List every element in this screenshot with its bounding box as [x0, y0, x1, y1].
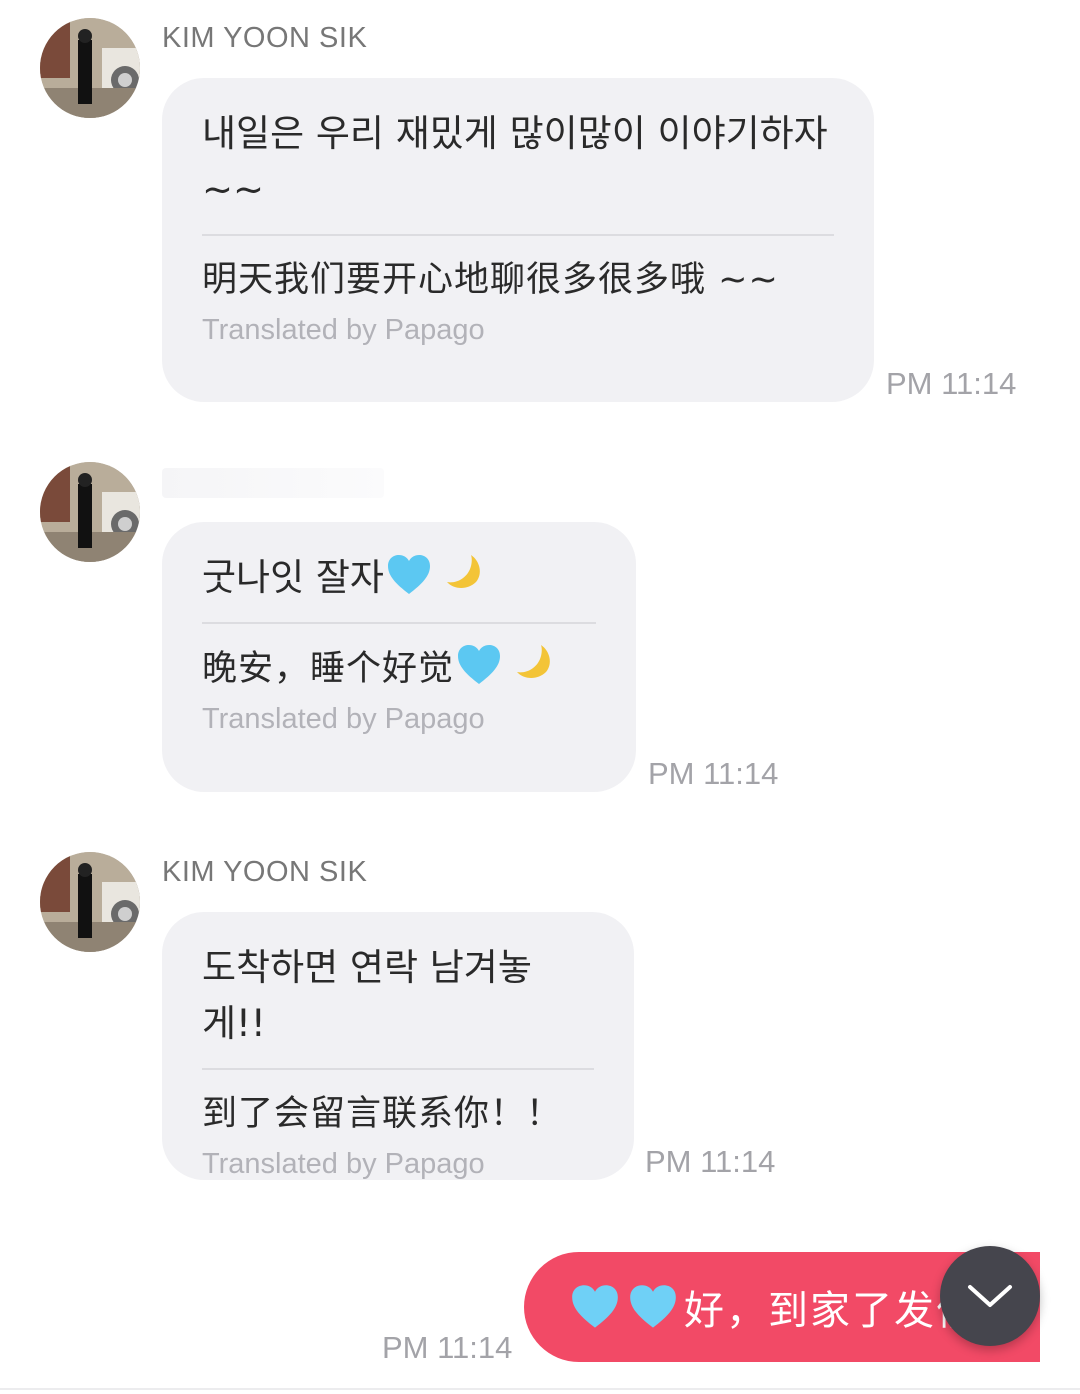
- original-text: 도착하면 연락 남겨놓게!!: [202, 946, 532, 1045]
- translator-credit: Translated by Papago: [202, 703, 485, 735]
- avatar[interactable]: [40, 852, 140, 952]
- divider: [0, 1388, 1080, 1390]
- message-time: PM 11:14: [648, 756, 779, 791]
- divider: [202, 622, 596, 624]
- translated-line: 晚安，睡个好觉: [202, 642, 596, 695]
- divider: [202, 234, 834, 236]
- sender-name: KIM YOON SIK: [162, 22, 368, 54]
- original-text: 굿나잇 잘자: [202, 556, 384, 599]
- divider: [202, 1068, 594, 1070]
- translated-text: 明天我们要开心地聊很多很多哦 ~~: [202, 260, 779, 300]
- original-line: 굿나잇 잘자: [202, 550, 596, 606]
- original-text: 내일은 우리 재밌게 많이많이 이야기하자 ~~: [202, 112, 828, 211]
- message-bubble[interactable]: 내일은 우리 재밌게 많이많이 이야기하자 ~~ 明天我们要开心地聊很多很多哦 …: [162, 78, 874, 402]
- outgoing-message-text: 好，到家了发信: [684, 1288, 978, 1334]
- blue-heart-icon: [456, 644, 502, 686]
- translator-credit: Translated by Papago: [202, 1148, 485, 1180]
- translated-text: 晚安，睡个好觉: [202, 649, 455, 689]
- translated-text: 到了会留言联系你！！: [202, 1094, 563, 1134]
- scroll-to-bottom-button[interactable]: [940, 1246, 1040, 1346]
- message-bubble[interactable]: 굿나잇 잘자 晚安，睡个好觉 Translated by Papago: [162, 522, 636, 792]
- avatar[interactable]: [40, 18, 140, 118]
- message-bubble[interactable]: 도착하면 연락 남겨놓게!! 到了会留言联系你！！ Translated by …: [162, 912, 634, 1180]
- sender-name: [162, 468, 384, 498]
- blue-heart-icon: [628, 1284, 678, 1330]
- message-time: PM 11:14: [886, 366, 1017, 401]
- message-time: PM 11:14: [645, 1144, 776, 1179]
- chevron-down-icon: [968, 1285, 1012, 1307]
- crescent-moon-icon: [438, 552, 484, 598]
- outgoing-message-time: PM 11:14: [382, 1330, 513, 1365]
- avatar[interactable]: [40, 462, 140, 562]
- crescent-moon-icon: [508, 642, 554, 688]
- blue-heart-icon: [386, 554, 432, 596]
- blue-heart-icon: [570, 1284, 620, 1330]
- sender-name: KIM YOON SIK: [162, 856, 368, 888]
- translator-credit: Translated by Papago: [202, 314, 485, 346]
